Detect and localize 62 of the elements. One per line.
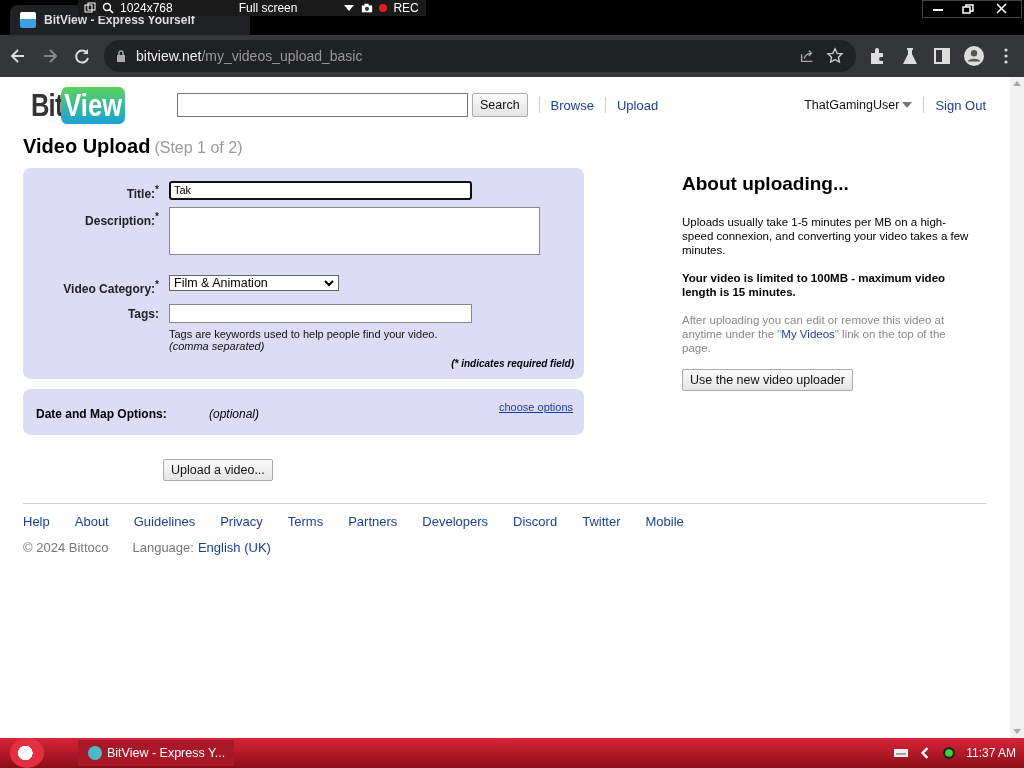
about-heading: About uploading... bbox=[682, 173, 850, 195]
search-field[interactable] bbox=[177, 93, 468, 117]
field-label: Video Category:$^{*}$ bbox=[62, 278, 159, 297]
help-text: Tags are keywords used to help people find your video. bbox=[169, 327, 439, 340]
lock-icon bbox=[116, 50, 126, 62]
network-status-icon[interactable] bbox=[942, 747, 957, 759]
caret-icon bbox=[902, 102, 913, 108]
text-field[interactable] bbox=[169, 303, 472, 323]
field-label: Tags: bbox=[126, 306, 159, 323]
footer-link[interactable]: Terms bbox=[287, 513, 324, 529]
footer-link[interactable]: Developers bbox=[422, 513, 489, 529]
footer-link[interactable]: Mobile bbox=[645, 513, 684, 529]
language-link[interactable]: English (UK) bbox=[197, 539, 271, 555]
field-label: Description:$^{*}$ bbox=[84, 210, 159, 230]
copyright-text: © 2024 Bittoco bbox=[23, 539, 109, 555]
user-menu[interactable]: ThatGamingUser bbox=[804, 98, 913, 112]
url-text: bitview.net/my_videos_upload_basic bbox=[136, 48, 363, 64]
search-button[interactable]: Search bbox=[472, 93, 528, 117]
required-note: (* indicates required field) bbox=[450, 357, 574, 369]
camera-icon[interactable] bbox=[361, 2, 374, 14]
sign-out-link[interactable]: Sign Out bbox=[935, 97, 986, 113]
footer-link[interactable]: Privacy bbox=[220, 513, 263, 529]
rec-label[interactable]: REC bbox=[393, 1, 419, 15]
footer-link[interactable]: Partners bbox=[348, 513, 398, 529]
choose-options-link[interactable]: choose options bbox=[499, 400, 573, 413]
site-favicon-icon bbox=[20, 12, 36, 28]
flask-icon[interactable] bbox=[900, 46, 920, 66]
clock[interactable]: 11:37 AM bbox=[966, 746, 1016, 760]
profile-avatar-icon[interactable] bbox=[964, 46, 984, 66]
footer-link[interactable]: Twitter bbox=[582, 513, 621, 529]
help-note: (comma separated) bbox=[169, 339, 266, 352]
language-label: Language: bbox=[132, 539, 194, 555]
footer-link[interactable]: Discord bbox=[513, 513, 558, 529]
nav-link[interactable]: Browse bbox=[550, 97, 594, 113]
windows-icon[interactable] bbox=[84, 2, 96, 14]
limit-paragraph: Your video is limited to 100MB - maximum video length is 15 minutes. bbox=[682, 271, 947, 299]
note-paragraph: After uploading you can edit or remove this video at anytime under the "My Videos" link on the top of the page. bbox=[682, 313, 947, 355]
page-title: Video Upload bbox=[23, 135, 151, 158]
category-dropdown[interactable]: Film & Animation bbox=[169, 275, 339, 291]
nav-link[interactable]: Upload bbox=[616, 97, 659, 113]
my-videos-link[interactable]: My Videos bbox=[781, 328, 835, 340]
new-uploader-button[interactable]: Use the new video uploader bbox=[682, 369, 853, 391]
optional-label: (optional) bbox=[209, 406, 260, 421]
record-dot-icon bbox=[379, 4, 388, 12]
taskbar-window-button[interactable]: BitView - Express Y... bbox=[78, 740, 234, 766]
description-field[interactable] bbox=[169, 207, 540, 255]
options-label: Date and Map Options: bbox=[36, 406, 168, 421]
upload-button[interactable]: Upload a video... bbox=[163, 458, 273, 481]
text-field[interactable]: Tak bbox=[169, 180, 472, 200]
field-label: Title:$^{*}$ bbox=[125, 183, 159, 201]
step-indicator: (Step 1 of 2) bbox=[154, 139, 243, 157]
start-button[interactable] bbox=[10, 738, 44, 768]
footer-link[interactable]: Guidelines bbox=[133, 513, 196, 529]
zoom-icon[interactable] bbox=[102, 2, 114, 14]
info-paragraph: Uploads usually take 1-5 minutes per MB on a high-speed connexion, and converting your video takes a few minutes. bbox=[682, 215, 970, 257]
address-bar[interactable]: bitview.net/my_videos_upload_basic bbox=[104, 40, 856, 72]
star-icon[interactable] bbox=[826, 47, 844, 65]
keyboard-icon[interactable] bbox=[894, 747, 909, 759]
side-panel-icon[interactable] bbox=[932, 46, 952, 66]
chevron-down-icon bbox=[324, 279, 334, 287]
footer-link[interactable]: About bbox=[74, 513, 109, 529]
footer-link[interactable]: Help bbox=[23, 513, 50, 529]
